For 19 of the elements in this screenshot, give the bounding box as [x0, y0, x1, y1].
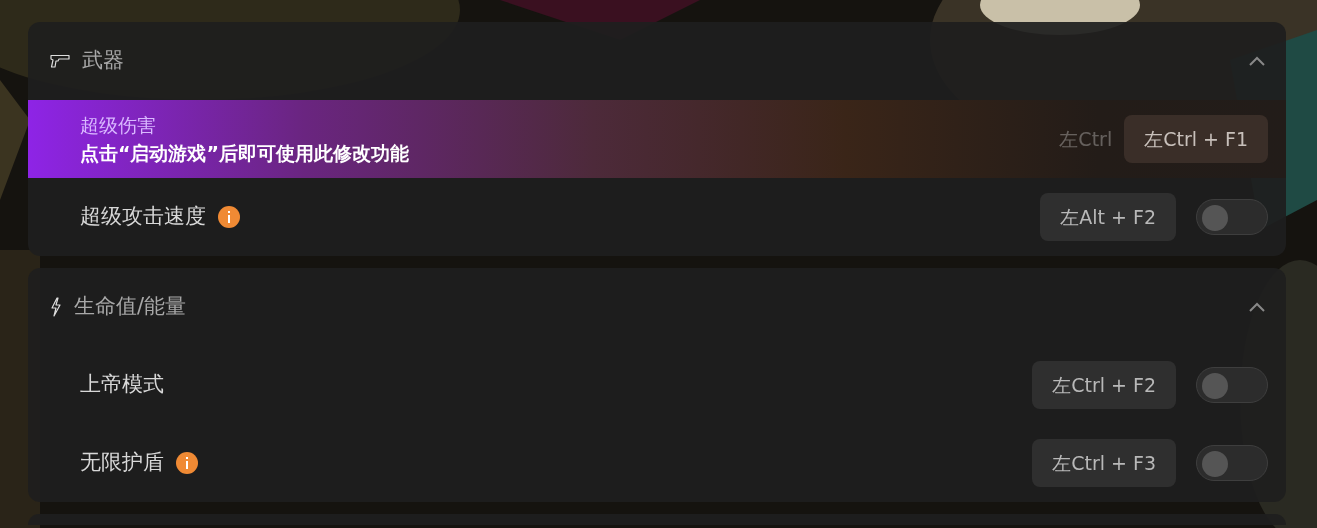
chevron-icon[interactable]	[1248, 56, 1266, 66]
hotkey-button[interactable]: 左Ctrl + F2	[1032, 361, 1176, 409]
hotkey-label: 左Ctrl	[1059, 126, 1113, 152]
feature-name: 上帝模式	[80, 371, 164, 399]
section-title: 武器	[82, 47, 124, 75]
pistol-icon	[50, 54, 70, 68]
toggle-switch[interactable]	[1196, 367, 1268, 403]
feature-name: 超级伤害	[80, 112, 157, 138]
section-title: 生命值/能量	[74, 293, 187, 321]
toggle-switch[interactable]	[1196, 199, 1268, 235]
notice-text: 点击“启动游戏”后即可使用此修改功能	[80, 141, 409, 166]
hotkey-button[interactable]: 左Ctrl + F1	[1124, 115, 1268, 163]
lightning-icon	[50, 297, 62, 317]
feature-name: 无限护盾	[80, 449, 164, 477]
hotkey-button[interactable]: 左Ctrl + F3	[1032, 439, 1176, 487]
toggle-switch[interactable]	[1196, 445, 1268, 481]
hotkey-button[interactable]: 左Alt + F2	[1040, 193, 1176, 241]
chevron-icon[interactable]	[1248, 302, 1266, 312]
feature-name: 超级攻击速度	[80, 203, 206, 231]
